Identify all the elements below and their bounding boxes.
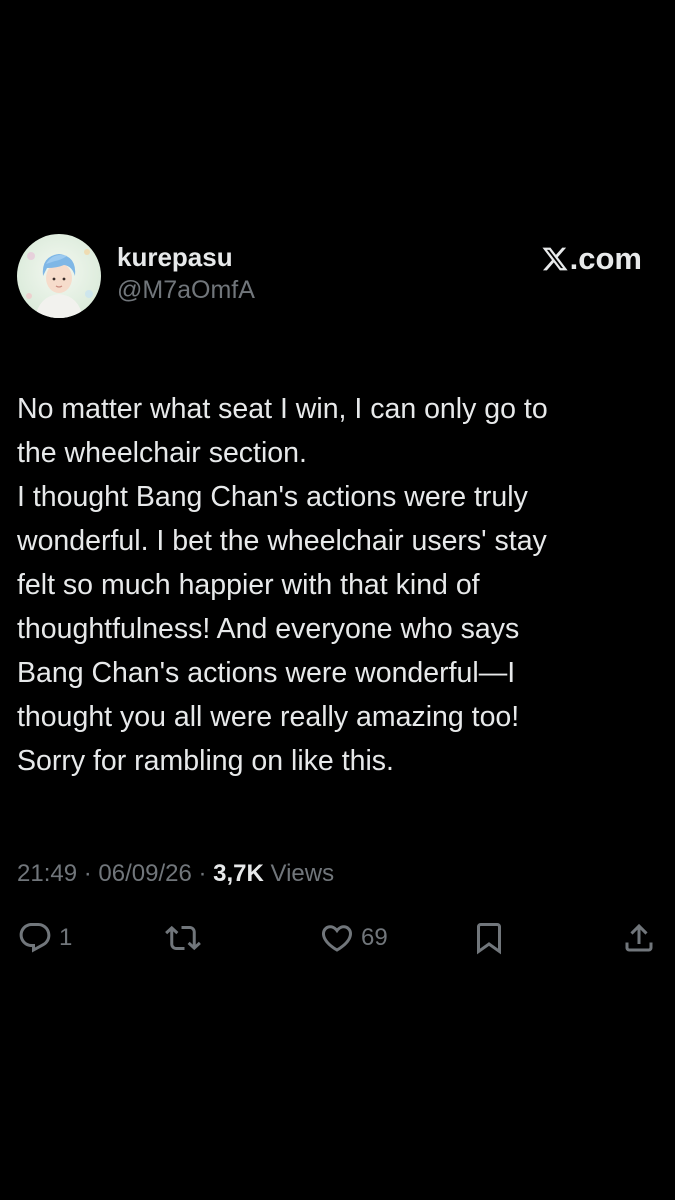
tweet-text-line: I thought Bang Chan's actions were truly (17, 481, 528, 513)
author-info: kurepasu @M7aOmfA (117, 242, 255, 305)
brand-watermark: .com (541, 242, 642, 276)
reply-button[interactable]: 1 (17, 920, 72, 956)
post-time[interactable]: 21:49 (17, 860, 77, 887)
share-button[interactable] (621, 920, 657, 956)
action-bar: 1 69 (17, 920, 653, 960)
tweet-text-line: No matter what seat I win, I can only go… (17, 393, 548, 425)
like-count: 69 (361, 924, 388, 951)
x-logo-icon (542, 247, 568, 271)
tweet-text-line: thought you all were really amazing too! (17, 701, 520, 733)
tweet-meta: 21:49 · 06/09/26 · 3,7K Views (17, 858, 334, 890)
like-button[interactable]: 69 (319, 920, 388, 956)
tweet-header: kurepasu @M7aOmfA .com (17, 232, 642, 320)
tweet-text-line: felt so much happier with that kind of (17, 569, 480, 601)
tweet-text-line: the wheelchair section. (17, 437, 307, 469)
reply-icon (19, 923, 51, 953)
meta-separator: · (77, 860, 99, 887)
meta-separator: · (191, 860, 214, 887)
repost-icon (165, 925, 201, 951)
tweet-text-line: Sorry for rambling on like this. (17, 745, 394, 777)
tweet-text-line: thoughtfulness! And everyone who says (17, 613, 520, 645)
tweet-text-line: wonderful. I bet the wheelchair users' s… (17, 525, 547, 557)
tweet-card: kurepasu @M7aOmfA .com No matter what se… (17, 232, 653, 955)
tweet-text: No matter what seat I win, I can only go… (17, 387, 642, 783)
avatar[interactable] (17, 234, 101, 318)
repost-button[interactable] (165, 920, 201, 956)
bookmark-button[interactable] (471, 920, 507, 956)
share-icon (625, 923, 653, 952)
user-handle[interactable]: @M7aOmfA (117, 275, 255, 305)
views-count: 3,7K (213, 860, 264, 887)
brand-label: .com (569, 241, 642, 276)
post-date[interactable]: 06/09/26 (98, 860, 191, 887)
heart-icon (321, 925, 353, 952)
bookmark-icon (477, 923, 501, 955)
views-label: Views (263, 860, 335, 887)
display-name[interactable]: kurepasu (117, 242, 255, 272)
reply-count: 1 (59, 924, 73, 951)
tweet-text-line: Bang Chan's actions were wonderful—I (17, 657, 516, 689)
